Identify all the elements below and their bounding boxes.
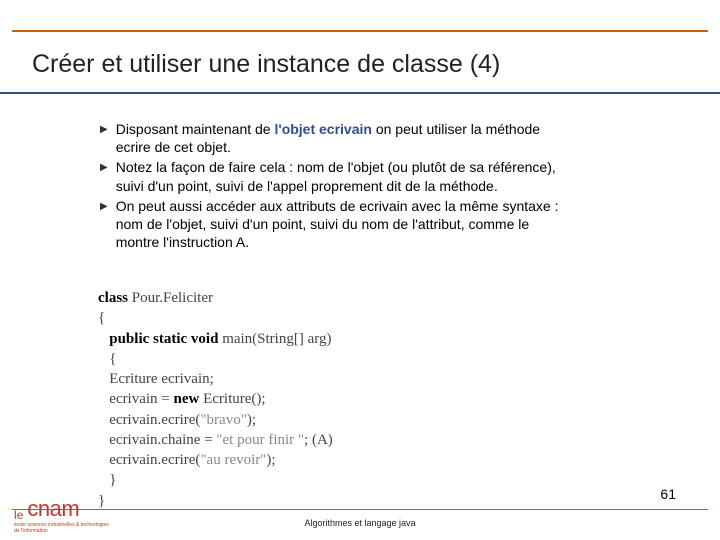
text: ecrivain.ecrire( <box>98 452 200 468</box>
code-line: class Pour.Feliciter <box>98 288 618 308</box>
footer-caption: Algorithmes et langage java <box>0 518 720 528</box>
code-line: ecrivain = new Ecriture(); <box>98 389 618 409</box>
triangle-icon: ▶ <box>100 162 108 173</box>
bullet-item: ▶ Disposant maintenant de l'objet ecriva… <box>100 120 570 156</box>
code-line: public static void main(String[] arg) <box>98 329 618 349</box>
keyword: new <box>174 391 200 407</box>
triangle-icon: ▶ <box>100 201 108 212</box>
bullet-text: Disposant maintenant de l'objet ecrivain… <box>116 120 570 156</box>
code-block: class Pour.Feliciter { public static voi… <box>98 288 618 511</box>
text: ecrivain.ecrire( <box>98 412 200 428</box>
code-line: } <box>98 491 618 511</box>
text: Ecriture(); <box>199 391 265 407</box>
string: "bravo" <box>200 412 246 428</box>
text: Disposant maintenant de <box>116 121 275 137</box>
code-line: } <box>98 470 618 490</box>
code-line: ecrivain.ecrire("bravo"); <box>98 410 618 430</box>
text <box>98 331 109 347</box>
cnam-logo: le cnam école sciences industrielles & t… <box>14 496 114 534</box>
bullet-text: On peut aussi accéder aux attributs de e… <box>116 197 570 252</box>
footer-rule <box>12 509 708 510</box>
code-line: ecrivain.ecrire("au revoir"); <box>98 450 618 470</box>
bullet-item: ▶ Notez la façon de faire cela : nom de … <box>100 158 570 194</box>
bullet-text: Notez la façon de faire cela : nom de l'… <box>116 158 570 194</box>
bullet-item: ▶ On peut aussi accéder aux attributs de… <box>100 197 570 252</box>
highlight-text: l'objet ecrivain <box>274 121 371 137</box>
code-line: { <box>98 349 618 369</box>
keyword: class <box>98 290 128 306</box>
triangle-icon: ▶ <box>100 124 108 135</box>
bullet-list: ▶ Disposant maintenant de l'objet ecriva… <box>100 120 570 253</box>
string: "au revoir" <box>200 452 266 468</box>
text: ); <box>266 452 275 468</box>
text: ; (A) <box>304 432 333 448</box>
text: ); <box>247 412 256 428</box>
slide-title: Créer et utiliser une instance de classe… <box>32 50 500 79</box>
text: main(String[] arg) <box>218 331 331 347</box>
keyword: public static void <box>109 331 218 347</box>
text: Pour.Feliciter <box>128 290 213 306</box>
top-rule <box>12 30 708 32</box>
text: ecrivain.chaine = <box>98 432 216 448</box>
page-number: 61 <box>660 486 676 502</box>
text: ecrivain = <box>98 391 174 407</box>
code-line: ecrivain.chaine = "et pour finir "; (A) <box>98 430 618 450</box>
string: "et pour finir " <box>216 432 304 448</box>
code-line: { <box>98 308 618 328</box>
code-line: Ecriture ecrivain; <box>98 369 618 389</box>
